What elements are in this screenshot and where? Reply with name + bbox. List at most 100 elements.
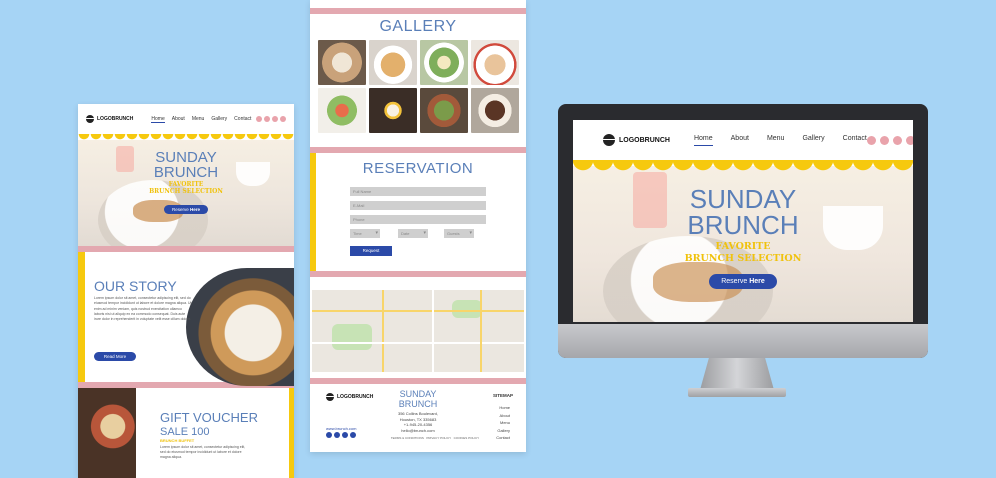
map-road-1	[312, 310, 524, 312]
footer-url[interactable]: www.brunch.com	[326, 426, 356, 431]
left-page-mockup: LOGOBRUNCH Home About Menu Gallery Conta…	[78, 104, 294, 478]
middle-page-mockup: GALLERY RESERVATION Full Name E-Mail Pho…	[310, 0, 526, 452]
footer-title-line1: SUNDAY	[399, 389, 437, 399]
desktop-yellow-wave	[573, 160, 913, 172]
sitemap-about[interactable]: About	[494, 412, 510, 420]
gallery-grid	[318, 40, 519, 133]
gallery-image-4[interactable]	[471, 40, 519, 85]
footer-logo-icon	[326, 393, 334, 401]
desktop-logo-icon	[603, 134, 615, 146]
desktop-nav-about[interactable]: About	[731, 135, 749, 146]
sitemap-menu[interactable]: Menu	[494, 419, 510, 427]
gallery-image-3[interactable]	[420, 40, 468, 85]
gallery-image-5[interactable]	[318, 88, 366, 133]
footer-email: hello@brunch.com	[401, 427, 435, 433]
desktop-nav-menu[interactable]: Menu	[767, 135, 785, 146]
gift-sale: SALE 100	[160, 426, 210, 438]
facebook-icon[interactable]	[264, 116, 270, 122]
location-map[interactable]	[312, 290, 524, 372]
nav-menu[interactable]: Menu	[192, 116, 205, 123]
gift-title: GIFT VOUCHER	[160, 410, 258, 425]
desktop-nav-gallery[interactable]: Gallery	[802, 135, 824, 146]
privacy-link[interactable]: PRIVACY POLICY	[426, 436, 451, 440]
read-more-button[interactable]: Read More	[94, 352, 136, 361]
desktop-facebook-icon[interactable]	[879, 135, 889, 145]
reservation-title: RESERVATION	[362, 160, 474, 177]
request-button[interactable]: Request	[350, 246, 392, 256]
gallery-image-8[interactable]	[471, 88, 519, 133]
desktop-brand-name: LOGOBRUNCH	[619, 136, 670, 144]
monitor-base	[688, 388, 786, 397]
footer-facebook-icon[interactable]	[334, 432, 340, 438]
our-story-section: OUR STORY Lorem ipsum dolor sit amet, co…	[78, 252, 294, 386]
desktop-reserve-prefix: Reserve	[721, 278, 750, 285]
pink-divider-footer	[310, 378, 526, 384]
cookies-link[interactable]: COOKIES POLICY	[454, 436, 480, 440]
nav-home[interactable]: Home	[151, 116, 165, 123]
gallery-image-2[interactable]	[369, 40, 417, 85]
gift-text: Lorem ipsum dolor sit amet, consectetur …	[160, 445, 246, 459]
dribbble-icon[interactable]	[280, 116, 286, 122]
twitter-icon[interactable]	[272, 116, 278, 122]
sitemap-contact[interactable]: Contact	[494, 434, 510, 442]
desktop-navbar: LOGOBRUNCH Home About Menu Gallery Conta…	[573, 120, 913, 160]
desktop-reserve-bold: Here	[749, 278, 765, 285]
phone-field[interactable]: Phone	[350, 215, 486, 224]
desktop-nav-links: Home About Menu Gallery Contact	[693, 135, 867, 146]
desktop-hero-subtitle-line2: BRUNCH SELECTION	[684, 253, 802, 264]
footer-address: 356 Collins Boulevard, Houston, TX 33568…	[380, 411, 456, 433]
gallery-image-6[interactable]	[369, 88, 417, 133]
map-road-5	[480, 290, 482, 372]
reserve-button[interactable]: Reserve Here	[164, 205, 208, 214]
desktop-hero-title-line1: SUNDAY	[689, 184, 797, 214]
desktop-instagram-icon[interactable]	[866, 135, 876, 145]
desktop-nav-home[interactable]: Home	[693, 135, 713, 146]
pink-divider-top	[310, 8, 526, 14]
map-road-2	[382, 290, 384, 372]
sitemap-home[interactable]: Home	[494, 404, 510, 412]
guests-select[interactable]: Guests	[444, 229, 474, 238]
social-links	[256, 116, 286, 122]
gallery-image-1[interactable]	[318, 40, 366, 85]
desktop-twitter-icon[interactable]	[892, 135, 902, 145]
footer-twitter-icon[interactable]	[342, 432, 348, 438]
reserve-button-bold: Here	[190, 207, 201, 212]
pink-divider-mid	[310, 147, 526, 153]
instagram-icon[interactable]	[256, 116, 262, 122]
desktop-hero-subtitle-line1: FAVORITE	[715, 241, 771, 252]
logo-icon	[86, 115, 94, 123]
email-field[interactable]: E-Mail	[350, 201, 486, 210]
sitemap-gallery[interactable]: Gallery	[494, 427, 510, 435]
sitemap-links: Home About Menu Gallery Contact	[494, 404, 510, 442]
footer-dribbble-icon[interactable]	[350, 432, 356, 438]
brand-logo[interactable]: LOGOBRUNCH	[86, 115, 133, 123]
map-road-3	[312, 342, 524, 344]
gallery-title: GALLERY	[379, 18, 457, 35]
breakfast-plate-image	[186, 268, 294, 386]
hero-subtitle-line2: BRUNCH SELECTION	[149, 188, 223, 195]
desktop-nav-contact[interactable]: Contact	[843, 135, 867, 146]
sitemap-title: SITEMAP	[493, 393, 514, 398]
hero-section: SUNDAY BRUNCH FAVORITE BRUNCH SELECTION …	[78, 140, 294, 246]
nav-about[interactable]: About	[172, 116, 185, 123]
gallery-image-7[interactable]	[420, 88, 468, 133]
date-select[interactable]: Date	[398, 229, 428, 238]
footer-title-line2: BRUNCH	[398, 399, 438, 409]
desktop-social-links	[866, 135, 913, 145]
desktop-dribbble-icon[interactable]	[905, 135, 913, 145]
gift-sub: BRUNCH BUFFET	[160, 438, 195, 443]
monitor-chin	[558, 324, 928, 358]
desktop-brand-logo[interactable]: LOGOBRUNCH	[603, 134, 670, 146]
breakfast-spread-image	[78, 388, 136, 478]
nav-contact[interactable]: Contact	[234, 116, 251, 123]
nav-links: Home About Menu Gallery Contact	[151, 116, 251, 123]
time-select[interactable]: Time	[350, 229, 380, 238]
footer-instagram-icon[interactable]	[326, 432, 332, 438]
full-name-field[interactable]: Full Name	[350, 187, 486, 196]
footer-logo[interactable]: LOGOBRUNCH	[326, 393, 373, 401]
nav-gallery[interactable]: Gallery	[211, 116, 227, 123]
terms-link[interactable]: TERMS & CONDITIONS	[391, 436, 424, 440]
desktop-reserve-button[interactable]: Reserve Here	[709, 274, 777, 289]
navbar: LOGOBRUNCH Home About Menu Gallery Conta…	[78, 104, 294, 134]
reserve-button-prefix: Reserve	[171, 207, 190, 212]
